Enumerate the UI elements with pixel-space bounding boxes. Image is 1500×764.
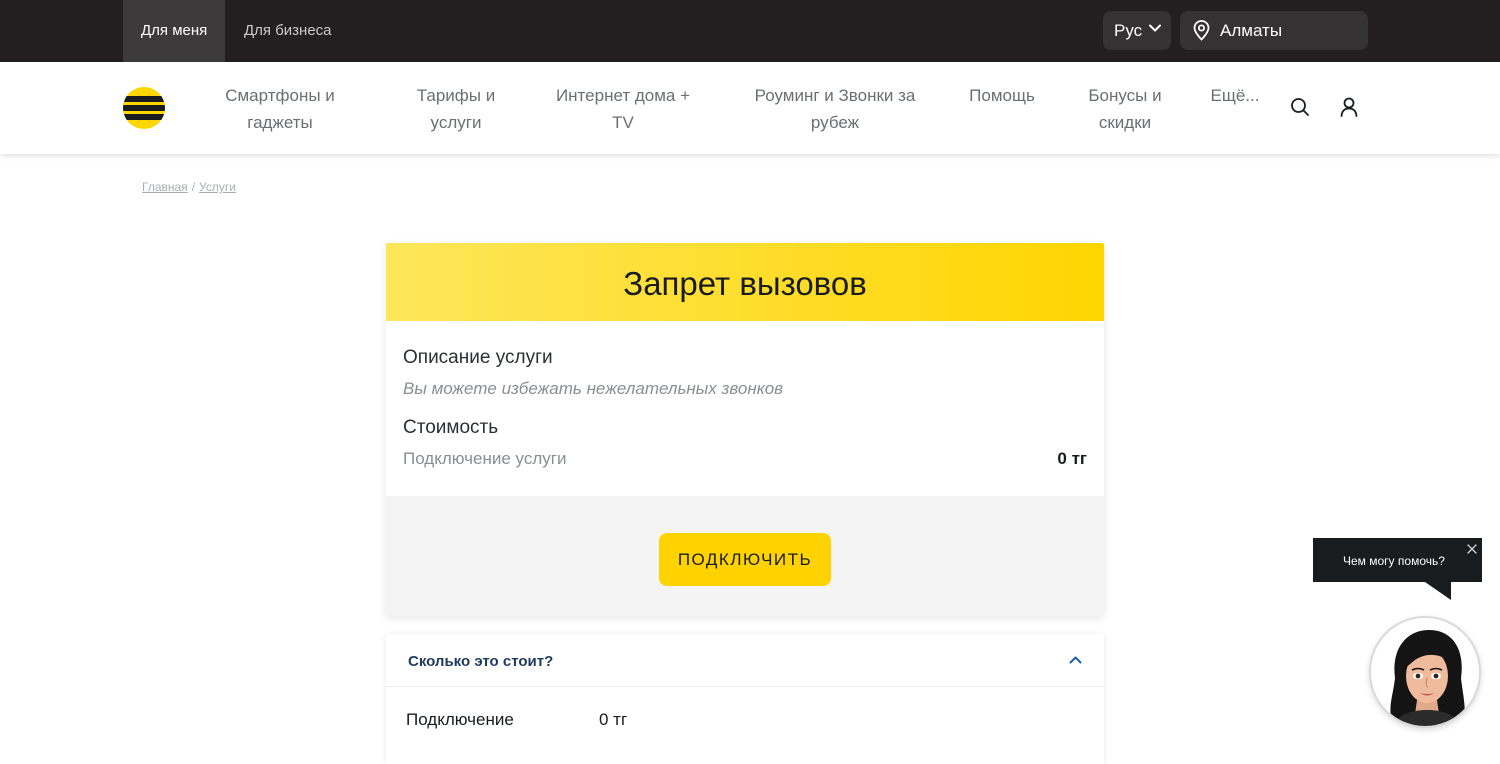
- city-selector[interactable]: Алматы: [1180, 11, 1368, 50]
- chevron-up-icon[interactable]: [1069, 656, 1082, 664]
- nav-item-more[interactable]: Ещё...: [1206, 82, 1264, 109]
- nav-item-help[interactable]: Помощь: [957, 82, 1047, 109]
- assistant-avatar-image: [1371, 618, 1479, 726]
- nav-item-tariffs[interactable]: Тарифы и услуги: [396, 82, 516, 136]
- language-label: Рус: [1114, 21, 1143, 40]
- nav-item-home-internet[interactable]: Интернет дома + TV: [543, 82, 703, 136]
- accordion-title: Сколько это стоит?: [408, 653, 554, 670]
- beeline-logo[interactable]: [123, 87, 165, 129]
- main-nav: Смартфоны и гаджеты Тарифы и услуги Интерн…: [0, 62, 1500, 154]
- search-icon[interactable]: [1289, 96, 1311, 118]
- connection-price: 0 тг: [1057, 449, 1087, 468]
- cost-label: Стоимость: [403, 417, 499, 438]
- nav-item-smartphones[interactable]: Смартфоны и гаджеты: [210, 82, 350, 136]
- connect-button[interactable]: ПОДКЛЮЧИТЬ: [659, 533, 831, 586]
- language-selector[interactable]: Рус: [1103, 11, 1171, 50]
- breadcrumb-separator: /: [191, 180, 196, 194]
- nav-item-roaming[interactable]: Роуминг и Звонки за рубеж: [740, 82, 930, 136]
- location-pin-icon: [1193, 20, 1210, 41]
- nav-item-bonuses[interactable]: Бонусы и скидки: [1072, 82, 1178, 136]
- close-icon[interactable]: [1467, 544, 1477, 554]
- service-title: Запрет вызовов: [386, 243, 1104, 321]
- service-card: Запрет вызовов Описание услуги Вы можете…: [386, 243, 1104, 616]
- chat-assistant-avatar[interactable]: [1369, 616, 1481, 728]
- user-icon[interactable]: [1338, 96, 1360, 118]
- breadcrumb-home-link[interactable]: Главная: [142, 180, 188, 194]
- tab-for-business[interactable]: Для бизнеса: [226, 0, 350, 62]
- top-bar: Для меня Для бизнеса Рус Алматы: [0, 0, 1500, 62]
- accordion-header[interactable]: Сколько это стоит?: [386, 634, 1104, 687]
- accordion-row-value: 0 тг: [599, 710, 628, 729]
- card-footer: ПОДКЛЮЧИТЬ: [386, 496, 1104, 616]
- chat-prompt-bubble[interactable]: Чем могу помочь?: [1313, 538, 1482, 582]
- service-description: Вы можете избежать нежелательных звонков: [403, 379, 784, 398]
- city-label: Алматы: [1220, 21, 1283, 40]
- breadcrumb-services-link[interactable]: Услуги: [199, 180, 236, 194]
- description-label: Описание услуги: [403, 347, 553, 368]
- connection-label: Подключение услуги: [403, 449, 567, 468]
- accordion-row-label: Подключение: [406, 710, 514, 729]
- pricing-accordion: Сколько это стоит? Подключение 0 тг: [386, 634, 1104, 764]
- breadcrumb: Главная / Услуги: [142, 180, 236, 194]
- chevron-down-icon: [1149, 24, 1161, 32]
- chat-prompt-text: Чем могу помочь?: [1343, 554, 1445, 568]
- tab-for-me[interactable]: Для меня: [123, 0, 226, 62]
- chat-bubble-tail: [1425, 582, 1451, 600]
